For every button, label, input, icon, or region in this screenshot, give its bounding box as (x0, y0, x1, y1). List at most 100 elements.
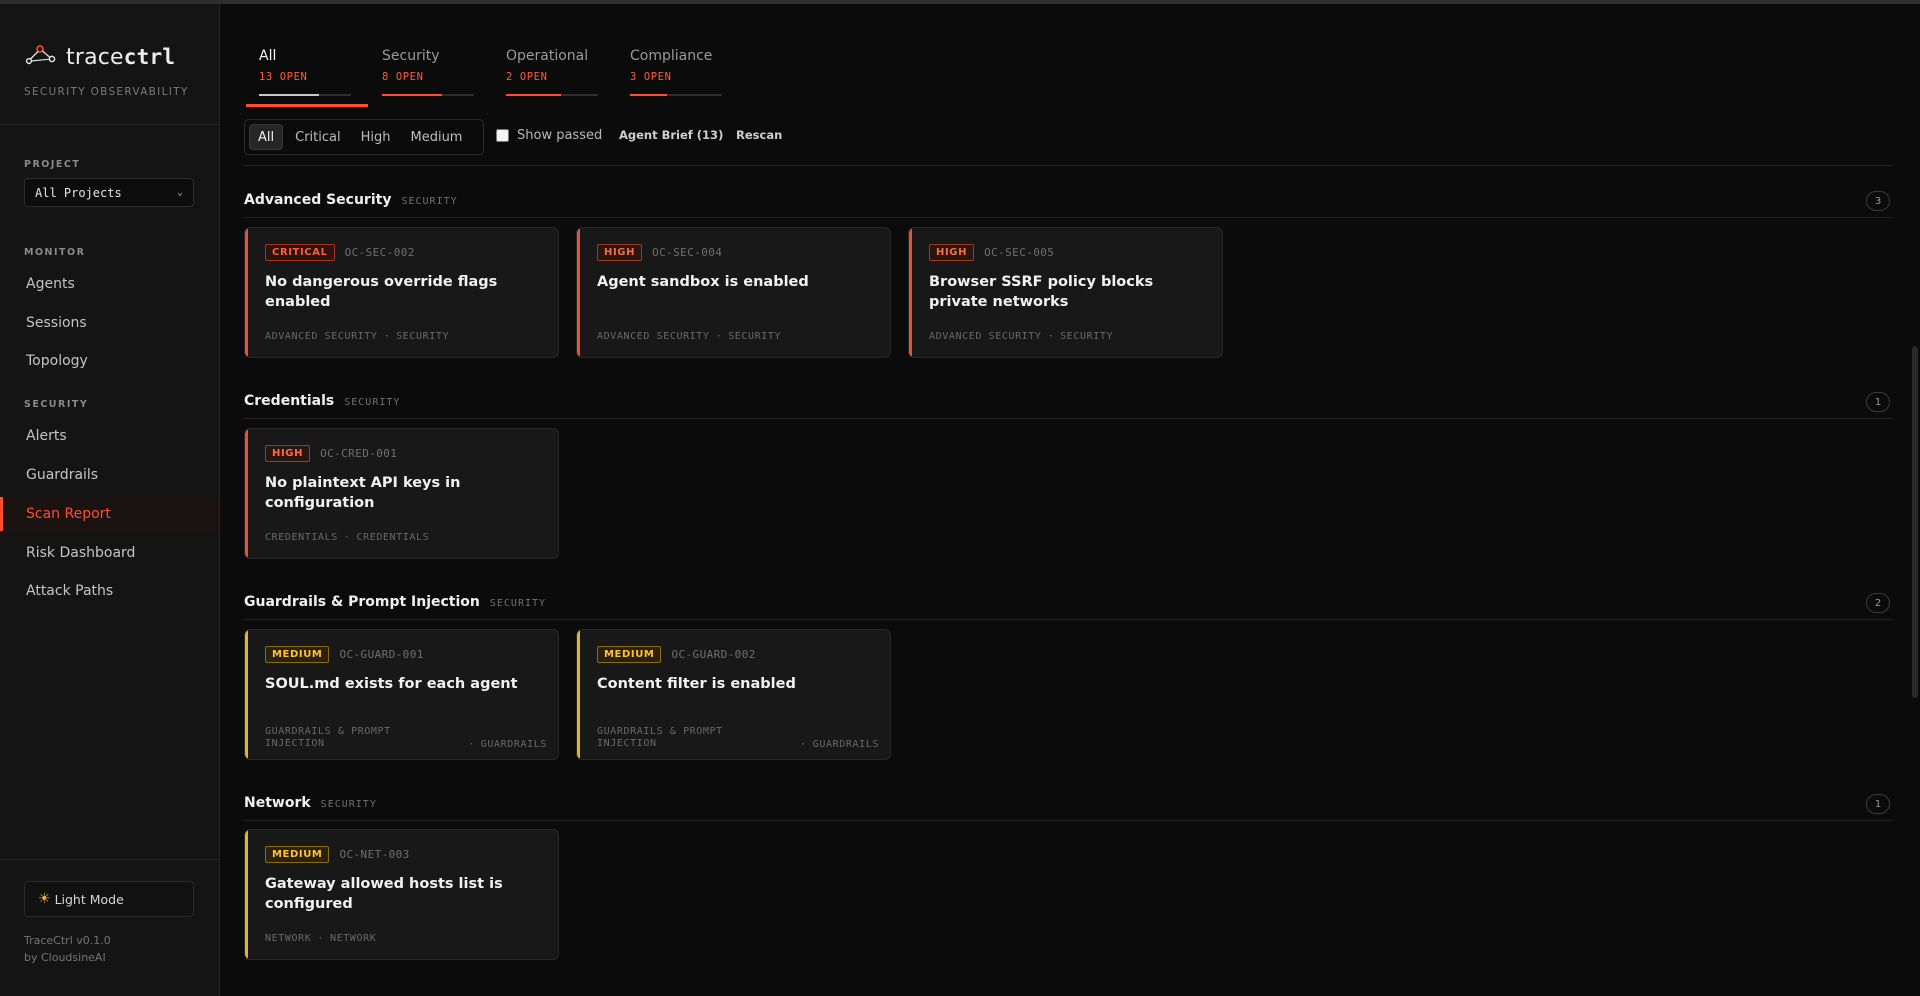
group-count-badge: 1 (1866, 392, 1890, 412)
tab-security[interactable]: Security 8 OPEN (382, 48, 502, 106)
light-mode-label: Light Mode (54, 891, 124, 907)
tab-progress-fill (630, 94, 667, 96)
group-name: Network (244, 795, 311, 811)
tab-operational[interactable]: Operational 2 OPEN (506, 48, 626, 106)
sidebar: tracectrl SECURITY OBSERVABILITY PROJECT… (0, 4, 220, 996)
group-category: SECURITY (320, 799, 377, 810)
severity-badge: MEDIUM (265, 846, 330, 863)
group-divider (244, 217, 1892, 218)
finding-category: GUARDRAILS (480, 739, 547, 750)
tab-compliance[interactable]: Compliance 3 OPEN (630, 48, 750, 106)
scan-report-main: All 13 OPEN Security 8 OPEN Operational … (244, 4, 1892, 996)
card-header: HIGH OC-SEC-005 (929, 244, 1054, 261)
finding-card[interactable]: MEDIUM OC-GUARD-001 SOUL.md exists for e… (244, 629, 559, 760)
sidebar-item-sessions[interactable]: Sessions (0, 306, 219, 340)
card-footer: ADVANCED SECURITY · SECURITY (929, 331, 1211, 342)
finding-card[interactable]: HIGH OC-CRED-001 No plaintext API keys i… (244, 428, 559, 559)
project-select[interactable]: All Projects ⌄ (24, 178, 194, 207)
tab-all[interactable]: All 13 OPEN (246, 48, 379, 107)
group-title-guardrails: Guardrails & Prompt Injection SECURITY (244, 594, 546, 610)
separator-dot: · (468, 739, 475, 750)
sidebar-item-alerts[interactable]: Alerts (0, 419, 219, 453)
tab-progress-bar (630, 94, 722, 96)
security-label: SECURITY (24, 399, 89, 410)
finding-title: No dangerous override flags enabled (265, 274, 498, 310)
check-code: OC-CRED-001 (320, 447, 398, 460)
finding-section: CREDENTIALS (265, 532, 338, 543)
brand-name: tracectrl (66, 44, 176, 70)
monitor-label: MONITOR (24, 247, 86, 258)
finding-card[interactable]: MEDIUM OC-GUARD-002 Content filter is en… (576, 629, 891, 760)
finding-category: GUARDRAILS (812, 739, 879, 750)
card-header: HIGH OC-CRED-001 (265, 445, 397, 462)
finding-category: SECURITY (1060, 331, 1114, 342)
check-code: OC-SEC-005 (984, 246, 1055, 259)
check-code: OC-GUARD-002 (671, 648, 756, 661)
show-passed-checkbox[interactable] (496, 129, 509, 142)
severity-badge: HIGH (597, 244, 643, 261)
filter-medium-button[interactable]: Medium (402, 124, 470, 150)
severity-accent-bar (577, 228, 580, 357)
sidebar-item-attack-paths[interactable]: Attack Paths (0, 574, 219, 608)
check-code: OC-SEC-002 (344, 246, 415, 259)
finding-section: NETWORK (265, 933, 312, 944)
sidebar-item-guardrails[interactable]: Guardrails (0, 458, 219, 492)
card-footer: GUARDRAILS & PROMPT INJECTION · GUARDRAIL… (265, 726, 547, 750)
filter-all-button[interactable]: All (249, 124, 284, 150)
finding-title: SOUL.md exists for each agent (265, 676, 518, 692)
page-scrollbar[interactable] (1912, 346, 1918, 698)
sidebar-divider (0, 124, 219, 125)
card-footer: GUARDRAILS & PROMPT INJECTION · GUARDRAIL… (597, 726, 879, 750)
finding-card[interactable]: CRITICAL OC-SEC-002 No dangerous overrid… (244, 227, 559, 358)
filter-high-button[interactable]: High (353, 124, 399, 150)
finding-section: ADVANCED SECURITY (929, 331, 1042, 342)
brand-logo[interactable]: tracectrl (24, 44, 175, 70)
sidebar-item-risk-dashboard[interactable]: Risk Dashboard (0, 536, 219, 570)
group-count-badge: 1 (1866, 794, 1890, 814)
group-category: SECURITY (344, 397, 401, 408)
severity-badge: MEDIUM (265, 646, 330, 663)
finding-category: NETWORK (329, 933, 377, 944)
light-mode-toggle[interactable]: ☀ Light Mode (24, 881, 194, 917)
sidebar-footer-divider (0, 859, 219, 860)
separator-dot: · (800, 739, 807, 750)
sidebar-item-agents[interactable]: Agents (0, 267, 219, 301)
severity-badge: HIGH (929, 244, 975, 261)
tab-progress-bar (382, 94, 474, 96)
separator-dot: · (383, 331, 391, 342)
chevron-down-icon: ⌄ (176, 187, 183, 198)
sidebar-item-scan-report[interactable]: Scan Report (0, 497, 219, 531)
severity-accent-bar (245, 228, 248, 357)
tab-progress-bar (506, 94, 598, 96)
finding-section: GUARDRAILS & PROMPT INJECTION (265, 726, 391, 749)
group-category: SECURITY (489, 598, 547, 609)
card-header: MEDIUM OC-GUARD-001 (265, 646, 424, 663)
sidebar-item-topology[interactable]: Topology (0, 344, 219, 378)
finding-card[interactable]: HIGH OC-SEC-004 Agent sandbox is enabled… (576, 227, 891, 358)
finding-card[interactable]: MEDIUM OC-NET-003 Gateway allowed hosts … (244, 829, 559, 960)
agent-brief-button[interactable]: Agent Brief (13) (619, 128, 723, 142)
group-name: Guardrails & Prompt Injection (244, 594, 480, 610)
card-header: MEDIUM OC-NET-003 (265, 846, 410, 863)
severity-accent-bar (245, 429, 248, 558)
vendor-text: by CloudsineAI (24, 951, 106, 964)
group-category: SECURITY (401, 196, 458, 207)
severity-accent-bar (909, 228, 912, 357)
project-select-value: All Projects (35, 185, 122, 200)
active-tab-indicator (246, 104, 368, 107)
card-header: MEDIUM OC-GUARD-002 (597, 646, 756, 663)
tab-label: Operational (506, 48, 589, 64)
group-name: Credentials (244, 393, 335, 409)
severity-accent-bar (245, 630, 248, 759)
rescan-button[interactable]: Rescan (736, 128, 782, 142)
check-code: OC-SEC-004 (652, 246, 723, 259)
severity-badge: MEDIUM (597, 646, 662, 663)
finding-title: Content filter is enabled (597, 676, 796, 692)
finding-category-wrap: · GUARDRAILS (794, 739, 879, 750)
group-count-badge: 2 (1866, 593, 1890, 613)
finding-card[interactable]: HIGH OC-SEC-005 Browser SSRF policy bloc… (908, 227, 1223, 358)
severity-accent-bar (245, 830, 248, 959)
filter-critical-button[interactable]: Critical (287, 124, 348, 150)
tab-label: All (259, 48, 277, 64)
show-passed-toggle[interactable]: Show passed (496, 128, 602, 143)
